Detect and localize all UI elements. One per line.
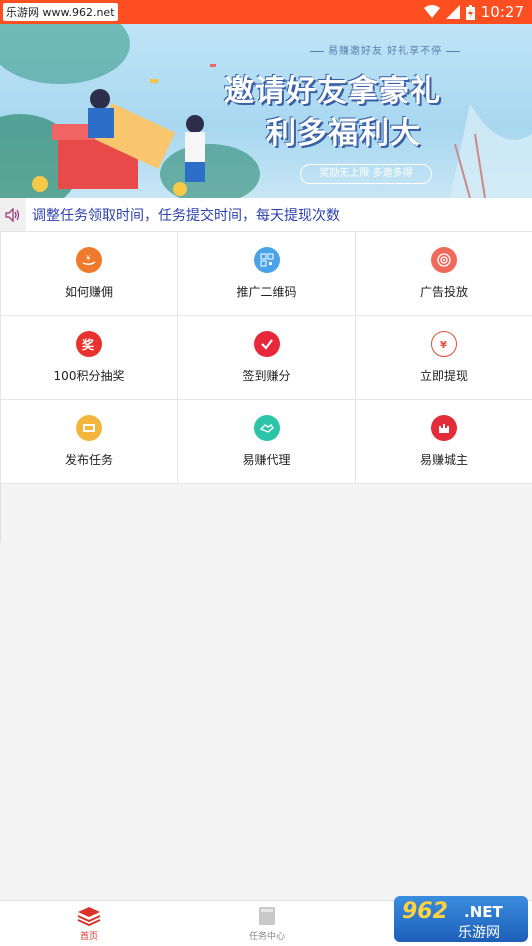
watermark-number: 962	[402, 899, 448, 924]
grid-item-ad-placement[interactable]: 广告投放	[356, 232, 532, 316]
qrcode-icon	[253, 247, 280, 273]
tab-task-center[interactable]: 任务中心	[178, 901, 356, 946]
signal-icon	[445, 5, 460, 19]
layers-icon	[77, 906, 101, 926]
ticket-icon	[76, 415, 102, 441]
yuan-cycle-icon: ¥	[431, 331, 457, 357]
banner-title-line2: 利多福利大	[266, 116, 421, 151]
grid-item-label: 立即提现	[419, 369, 468, 383]
grid-item-label: 易赚代理	[242, 453, 291, 467]
wifi-icon	[423, 5, 440, 18]
status-time: 10:27	[480, 3, 524, 21]
site-watermark-logo: 962 .NET 乐游网	[394, 896, 528, 942]
grid-item-withdraw[interactable]: ¥ 立即提现	[356, 316, 532, 400]
grid-item-publish-task[interactable]: 发布任务	[1, 400, 178, 484]
grid-item-label: 广告投放	[419, 285, 468, 299]
svg-text:奖: 奖	[82, 337, 95, 352]
invite-banner[interactable]: 易赚邀好友 好礼享不停 邀请好友拿豪礼 利多福利大 奖励无上限 多邀多得	[0, 24, 532, 198]
grid-item-lottery[interactable]: 奖 100积分抽奖	[1, 316, 178, 400]
status-right: 10:27	[423, 3, 532, 21]
grid-item-qrcode[interactable]: 推广二维码	[178, 232, 356, 316]
lottery-icon: 奖	[76, 331, 102, 357]
grid-item-city-lord[interactable]: 易赚城主	[356, 400, 532, 484]
svg-text:¥: ¥	[86, 254, 91, 262]
book-icon	[259, 906, 275, 925]
hand-coin-icon: ¥	[76, 247, 102, 273]
grid-item-label: 推广二维码	[236, 285, 297, 299]
divider	[0, 483, 1, 543]
notice-text: 调整任务领取时间，任务提交时间，每天提现次数	[32, 208, 340, 224]
status-bar: 乐游网 www.962.net 10:27	[0, 0, 532, 24]
tab-label: 首页	[79, 931, 98, 942]
handshake-icon	[253, 415, 280, 441]
banner-pill: 奖励无上限 多邀多得	[300, 164, 432, 184]
banner-small-slogan: 易赚邀好友 好礼享不停	[306, 42, 464, 57]
battery-icon	[465, 4, 475, 20]
watermark-net: .NET	[464, 903, 503, 921]
castle-icon	[431, 415, 457, 441]
grid-item-label: 易赚城主	[419, 453, 468, 467]
grid-item-label: 100积分抽奖	[53, 369, 125, 383]
grid-item-how-to-earn[interactable]: ¥ 如何赚佣	[1, 232, 178, 316]
notice-bar[interactable]: 调整任务领取时间，任务提交时间，每天提现次数	[0, 198, 532, 232]
watermark-name: 乐游网	[458, 925, 500, 941]
grid-item-label: 签到赚分	[242, 369, 291, 383]
grid-item-checkin[interactable]: 签到赚分	[178, 316, 356, 400]
grid-item-label: 发布任务	[64, 453, 113, 467]
tab-label: 任务中心	[248, 931, 285, 942]
tab-home[interactable]: 首页	[0, 901, 178, 946]
feature-grid: ¥ 如何赚佣 推广二维码 广告投放 奖 100积分抽奖 签到赚分 ¥ 立即提现	[0, 231, 532, 484]
grid-item-label: 如何赚佣	[64, 285, 113, 299]
banner-title-line1: 邀请好友拿豪礼	[224, 74, 441, 109]
target-icon	[431, 247, 457, 273]
watermark-chip: 乐游网 www.962.net	[3, 3, 118, 21]
notice-speaker	[0, 198, 26, 232]
speaker-icon	[5, 208, 20, 222]
svg-text:¥: ¥	[440, 340, 447, 351]
check-icon	[253, 331, 280, 357]
grid-item-agent[interactable]: 易赚代理	[178, 400, 356, 484]
